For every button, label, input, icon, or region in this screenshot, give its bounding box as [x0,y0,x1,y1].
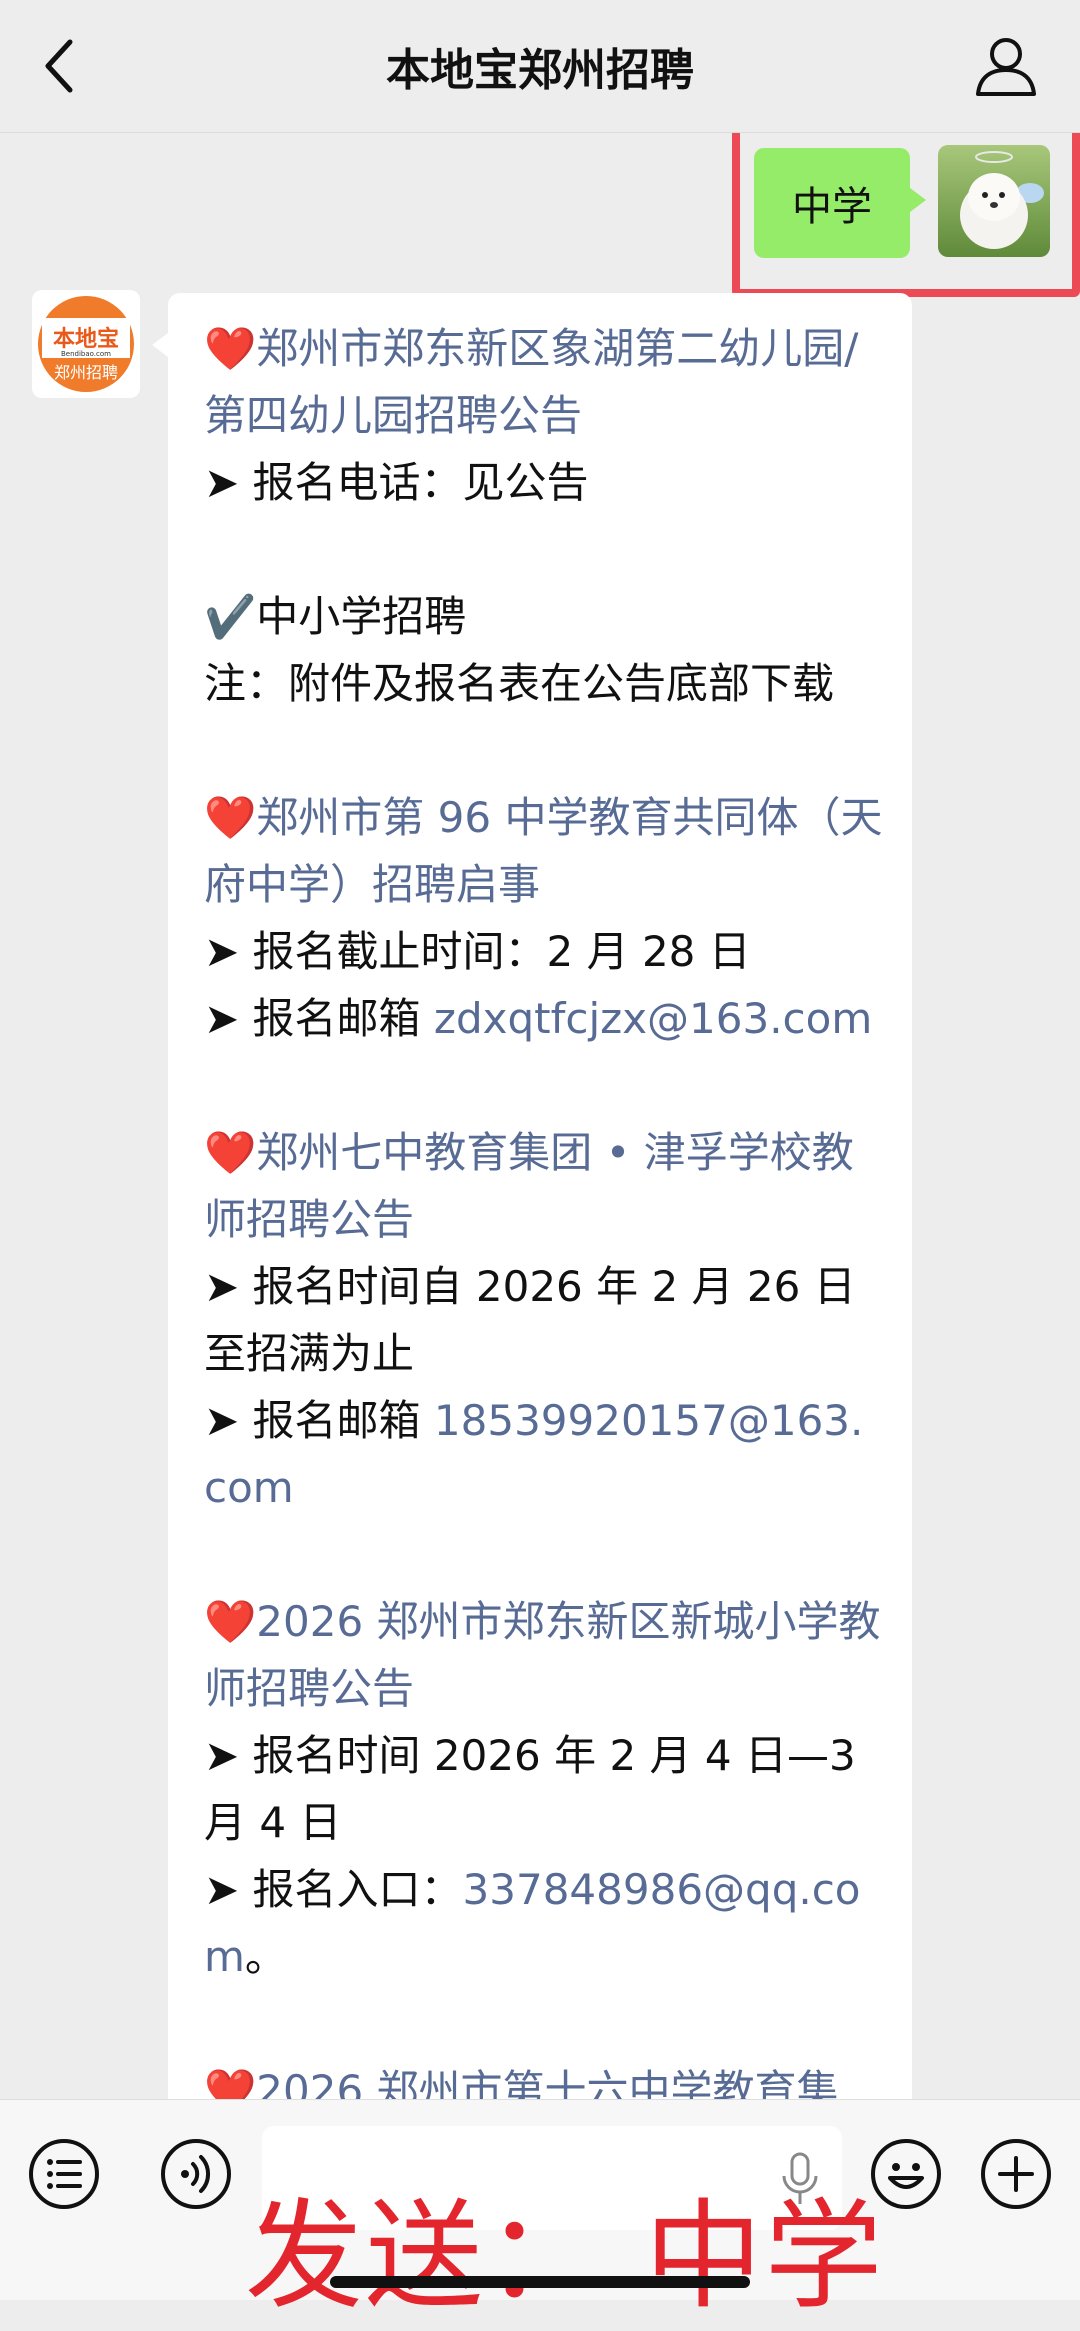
message-line: ➤ 报名入口：337848986@qq.com。 [204,1856,884,1990]
logo-bottom-text: 郑州招聘 [54,363,118,382]
home-indicator[interactable] [330,2276,750,2288]
message-link[interactable]: zdxqtfcjzx@163.com [434,994,872,1043]
message-text: ➤ 报名电话：见公告 [204,458,589,507]
message-text: 。 [244,1932,287,1981]
logo-top-text: 本地宝 [53,326,119,352]
message-line: 注：附件及报名表在公告底部下载 [204,650,884,717]
heart-icon: ❤️ [204,1128,257,1177]
bot-message-bubble[interactable]: ❤️郑州市郑东新区象湖第二幼儿园/第四幼儿园招聘公告 ➤ 报名电话：见公告 ✔️中小… [152,293,912,2099]
dog-avatar-image [938,145,1050,257]
message-link[interactable]: 2026 郑州市郑东新区新城小学教师招聘公告 [204,1597,881,1713]
heart-icon: ❤️ [204,793,257,842]
message-link[interactable]: 郑州七中教育集团 • 津孚学校教师招聘公告 [204,1128,854,1244]
message-line: ➤ 报名邮箱 zdxqtfcjzx@163.com [204,985,884,1052]
message-text: ➤ 报名邮箱 [204,1396,434,1445]
message-text: 注：附件及报名表在公告底部下载 [204,659,835,708]
message-text: ➤ 报名时间 2026 年 2 月 4 日—3 月 4 日 [204,1731,856,1847]
plus-icon [981,2139,1051,2209]
heart-icon: ❤️ [204,324,257,373]
voice-toggle-button[interactable] [160,2138,232,2214]
message-text: ➤ 报名时间自 2026 年 2 月 26 日至招满为止 [204,1262,856,1378]
message-line: ❤️郑州七中教育集团 • 津孚学校教师招聘公告 [204,1119,884,1253]
person-icon [976,38,1036,96]
message-text: ➤ 报名入口： [204,1865,463,1914]
message-text: ✔️中小学招聘 [204,592,467,641]
message-line: ❤️郑州市郑东新区象湖第二幼儿园/第四幼儿园招聘公告 [204,315,884,449]
chat-area[interactable]: 中学 本地宝 Bendibao.com 郑州招聘 ❤️郑州市郑东新区象湖第二幼儿… [0,133,1080,2099]
logo-domain-text: Bendibao.com [61,350,111,358]
my-message-text: 中学 [792,184,872,230]
message-line: ➤ 报名邮箱 18539920157@163.com [204,1387,884,1521]
heart-icon: ❤️ [204,2066,257,2099]
message-line: ✔️中小学招聘 [204,583,884,650]
bot-message-text: ❤️郑州市郑东新区象湖第二幼儿园/第四幼儿园招聘公告 ➤ 报名电话：见公告 ✔️中小… [204,315,884,2099]
header: 本地宝郑州招聘 [0,0,1080,133]
heart-icon: ❤️ [204,1597,257,1646]
message-text: ➤ 报名截止时间：2 月 28 日 [204,927,751,976]
message-line: ➤ 报名时间自 2026 年 2 月 26 日至招满为止 [204,1253,884,1387]
message-line: ❤️2026 郑州市郑东新区新城小学教师招聘公告 [204,1588,884,1722]
my-message-bubble[interactable]: 中学 [754,148,926,258]
list-icon [29,2139,99,2209]
bot-avatar[interactable]: 本地宝 Bendibao.com 郑州招聘 [32,290,140,398]
my-avatar[interactable] [938,145,1050,257]
message-line: ➤ 报名时间 2026 年 2 月 4 日—3 月 4 日 [204,1722,884,1856]
message-link[interactable]: 郑州市郑东新区象湖第二幼儿园/第四幼儿园招聘公告 [204,324,858,440]
profile-button[interactable] [972,32,1040,100]
message-line: ➤ 报名截止时间：2 月 28 日 [204,918,884,985]
message-line: ➤ 报名电话：见公告 [204,449,884,516]
message-text: ➤ 报名邮箱 [204,994,434,1043]
message-link[interactable]: 郑州市第 96 中学教育共同体（天府中学）招聘启事 [204,793,882,909]
bendibao-logo: 本地宝 Bendibao.com 郑州招聘 [38,296,134,392]
voice-icon [161,2139,231,2209]
menu-button[interactable] [28,2138,100,2214]
message-link[interactable]: 2026 郑州市第十六中学教育集 [256,2066,838,2099]
page-title: 本地宝郑州招聘 [386,45,694,96]
add-button[interactable] [980,2138,1052,2214]
message-line: ❤️2026 郑州市第十六中学教育集 [204,2057,884,2099]
message-line: ❤️郑州市第 96 中学教育共同体（天府中学）招聘启事 [204,784,884,918]
